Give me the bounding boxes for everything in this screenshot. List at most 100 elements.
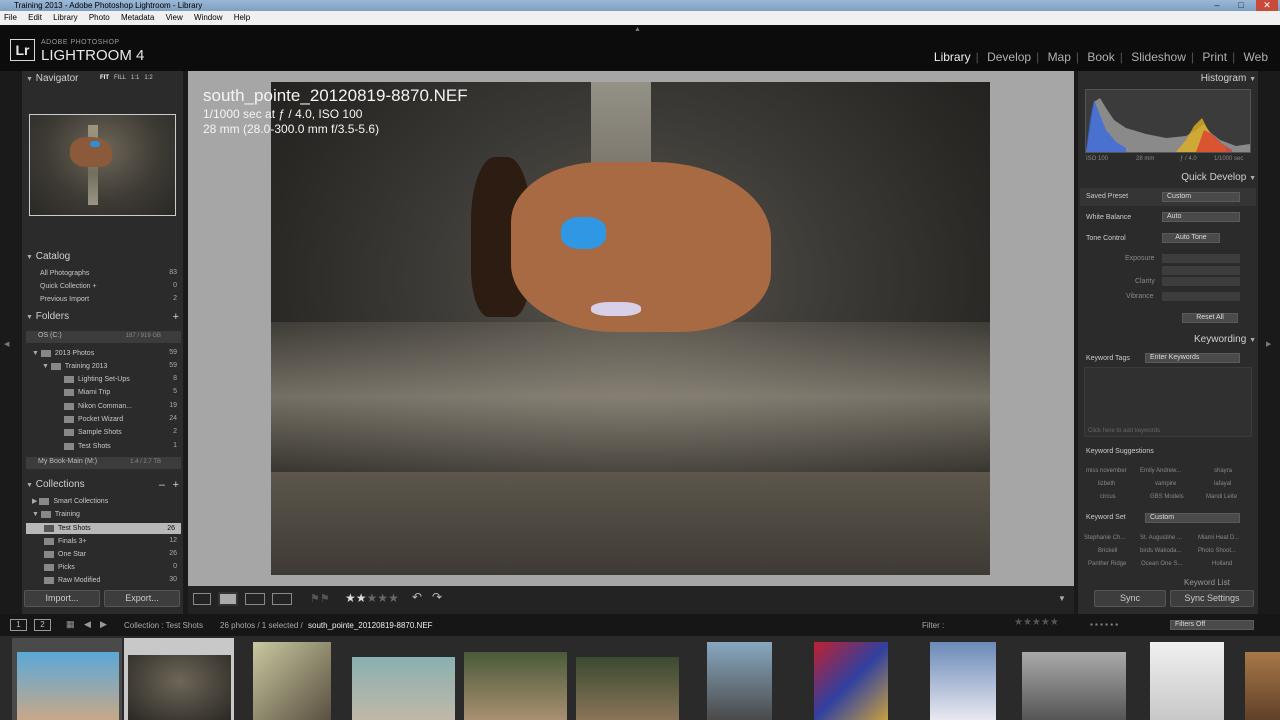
rating-stars[interactable]: ★★★★★ — [345, 591, 399, 605]
folder-training-2013[interactable]: ▼ Training 2013 — [42, 361, 107, 372]
menu-edit[interactable]: Edit — [28, 13, 42, 22]
menu-metadata[interactable]: Metadata — [121, 13, 154, 22]
filmstrip-thumb[interactable] — [930, 642, 996, 720]
keyword-set-item[interactable]: St. Augustine ... — [1140, 535, 1182, 541]
folder-2013-photos[interactable]: ▼ 2013 Photos — [32, 348, 94, 359]
keyword-suggestion[interactable]: Mandi Leite — [1206, 494, 1237, 500]
folder-lighting[interactable]: Lighting Set-Ups — [64, 374, 130, 385]
menu-window[interactable]: Window — [194, 13, 222, 22]
filmstrip-thumb[interactable] — [464, 652, 567, 720]
sync-button[interactable]: Sync — [1094, 590, 1166, 607]
filter-stars[interactable]: ★★★★★ — [1014, 617, 1059, 628]
toolbar-menu-icon[interactable]: ▼ — [1058, 594, 1066, 603]
collection-picks[interactable]: Picks — [44, 562, 75, 573]
collapse-top-icon[interactable]: ▲ — [634, 26, 641, 33]
folders-header[interactable]: ▼ Folders + — [26, 310, 181, 324]
collection-smart[interactable]: ▶ Smart Collections — [32, 496, 108, 507]
selected-filename[interactable]: south_pointe_20120819-8870.NEF — [308, 621, 433, 630]
collection-finals[interactable]: Finals 3+ — [44, 536, 87, 547]
keywording-header[interactable]: Keywording ▼ — [1080, 333, 1256, 347]
collection-training[interactable]: ▼ Training — [32, 509, 80, 520]
module-map[interactable]: Map — [1048, 50, 1071, 64]
white-balance-select[interactable]: Auto — [1162, 212, 1240, 222]
sync-settings-button[interactable]: Sync Settings — [1170, 590, 1254, 607]
catalog-item-quick[interactable]: Quick Collection + — [40, 281, 97, 292]
filmstrip-thumb[interactable] — [1022, 652, 1126, 720]
collections-header[interactable]: ▼ Collections – + — [26, 478, 181, 492]
keyword-set-item[interactable]: Miami Heat D... — [1198, 535, 1239, 541]
rotate-left-icon[interactable]: ↶ — [412, 590, 422, 604]
filmstrip-thumb[interactable] — [576, 657, 679, 720]
filmstrip-thumb[interactable] — [1150, 642, 1224, 720]
grid-icon[interactable]: ▦ — [66, 619, 75, 630]
filmstrip-thumb[interactable] — [814, 642, 888, 720]
tone-stepper[interactable] — [1162, 266, 1240, 275]
keyword-set-item[interactable]: Brickell — [1098, 548, 1117, 554]
loupe-view-icon[interactable] — [218, 592, 238, 606]
maximize-icon[interactable]: □ — [1230, 0, 1252, 11]
collapse-left-icon[interactable]: ◀ — [4, 340, 9, 348]
collection-one-star[interactable]: One Star — [44, 549, 86, 560]
module-library[interactable]: Library — [934, 50, 971, 64]
main-photo[interactable] — [271, 82, 990, 575]
module-book[interactable]: Book — [1087, 50, 1114, 64]
filmstrip-thumb-selected[interactable] — [128, 655, 231, 720]
keyword-suggestion[interactable]: lafayal — [1214, 481, 1231, 487]
module-print[interactable]: Print — [1202, 50, 1227, 64]
import-button[interactable]: Import... — [24, 590, 100, 607]
survey-view-icon[interactable] — [272, 593, 292, 605]
keyword-suggestion[interactable]: vampire — [1155, 481, 1176, 487]
folder-nikon[interactable]: Nikon Comman... — [64, 401, 132, 412]
zoom-1-2[interactable]: 1:2 — [144, 75, 152, 81]
catalog-item-previous[interactable]: Previous Import — [40, 294, 89, 305]
filter-preset-select[interactable]: Filters Off — [1170, 620, 1254, 630]
rotate-right-icon[interactable]: ↷ — [432, 590, 442, 604]
keyword-set-item[interactable]: Photo Shoot... — [1198, 548, 1236, 554]
reset-all-button[interactable]: Reset All — [1182, 313, 1238, 323]
vibrance-stepper[interactable] — [1162, 292, 1240, 301]
keyword-set-item[interactable]: Stephanie Ch... — [1084, 535, 1125, 541]
compare-view-icon[interactable] — [245, 593, 265, 605]
exposure-stepper[interactable] — [1162, 254, 1240, 263]
catalog-header[interactable]: ▼ Catalog — [26, 250, 181, 264]
collapse-right-icon[interactable]: ▶ — [1266, 340, 1271, 348]
menu-view[interactable]: View — [166, 13, 183, 22]
keyword-entry-area[interactable]: Click here to add keywords — [1084, 367, 1252, 437]
filmstrip-thumb[interactable] — [1245, 652, 1280, 720]
keyword-suggestion[interactable]: GBS Models — [1150, 494, 1184, 500]
catalog-item-all[interactable]: All Photographs — [40, 268, 89, 279]
star-empty-icon[interactable]: ★ — [377, 591, 388, 605]
keyword-suggestion[interactable]: circus — [1100, 494, 1116, 500]
filmstrip-thumb[interactable] — [253, 642, 331, 720]
saved-preset-select[interactable]: Custom — [1162, 192, 1240, 202]
keyword-suggestion[interactable]: lizbeth — [1098, 481, 1115, 487]
star-filled-icon[interactable]: ★ — [345, 591, 356, 605]
close-icon[interactable]: ✕ — [1256, 0, 1278, 11]
book-drive-row[interactable]: My Book-Main (M:) 1.4 / 2.7 TB — [26, 457, 181, 469]
keyword-suggestion[interactable]: Emily Andrew... — [1140, 468, 1181, 474]
window-2-button[interactable]: 2 — [34, 619, 51, 631]
keyword-suggestion[interactable]: miss november — [1086, 468, 1127, 474]
keyword-set-item[interactable]: Panther Ridge — [1088, 561, 1126, 567]
star-empty-icon[interactable]: ★ — [388, 591, 399, 605]
source-label[interactable]: Collection : Test Shots — [124, 621, 203, 630]
back-arrow-icon[interactable]: ◀ — [84, 619, 91, 630]
keyword-set-item[interactable]: birds Wakoda... — [1140, 548, 1181, 554]
quick-develop-header[interactable]: Quick Develop ▼ — [1080, 171, 1256, 185]
forward-arrow-icon[interactable]: ▶ — [100, 619, 107, 630]
module-slideshow[interactable]: Slideshow — [1131, 50, 1186, 64]
color-label-filters[interactable]: ▪ ▪ ▪ ▪ ▪ ▪ — [1090, 620, 1118, 629]
zoom-fill[interactable]: FILL — [114, 75, 126, 81]
keyword-suggestion[interactable]: shayra — [1214, 468, 1232, 474]
folder-miami[interactable]: Miami Trip — [64, 387, 110, 398]
zoom-fit[interactable]: FIT — [100, 75, 109, 81]
clarity-stepper[interactable] — [1162, 277, 1240, 286]
add-folder-icon[interactable]: + — [173, 310, 179, 324]
filmstrip-thumb[interactable] — [707, 642, 772, 720]
export-button[interactable]: Export... — [104, 590, 180, 607]
minimize-icon[interactable]: – — [1206, 0, 1228, 11]
star-empty-icon[interactable]: ★ — [367, 591, 378, 605]
collection-test-shots-selected[interactable]: Test Shots 26 — [26, 523, 181, 534]
menu-library[interactable]: Library — [53, 13, 77, 22]
grid-view-icon[interactable] — [193, 593, 211, 605]
